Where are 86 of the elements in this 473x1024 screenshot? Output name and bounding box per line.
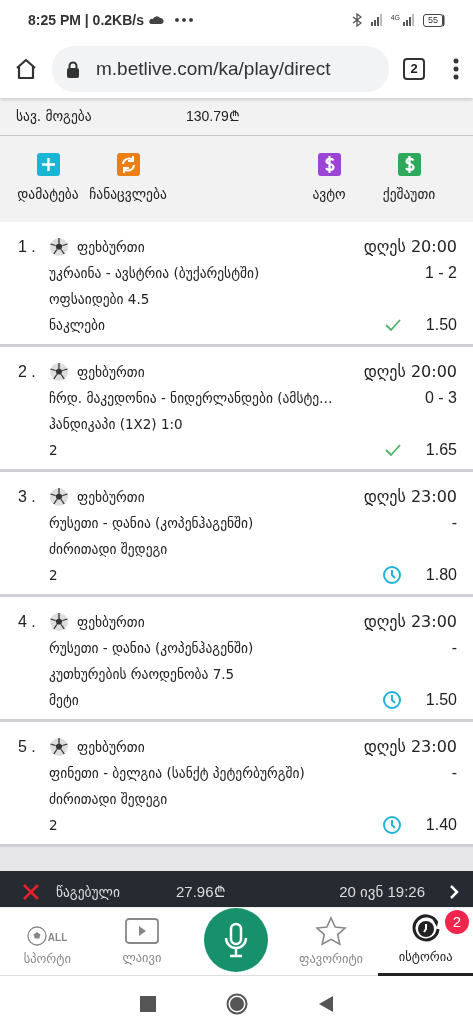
- match-time: დღეს 20:00: [363, 361, 457, 383]
- match-time: დღეს 23:00: [363, 736, 457, 758]
- play-icon[interactable]: [124, 916, 159, 945]
- match-name: ფინეთი - ბელგია (სანქტ პეტერბურგში): [49, 763, 305, 783]
- address-bar[interactable]: m.betlive.com/ka/play/direct: [52, 46, 389, 92]
- bluetooth-icon: [351, 13, 362, 27]
- ticket-date: 20 ივნ 19:26: [339, 881, 425, 902]
- dollar-icon[interactable]: [397, 153, 421, 177]
- pick-name: 2: [49, 815, 58, 835]
- match-name: რუსეთი - დანია (კოპენჰაგენში): [49, 638, 254, 658]
- sports-icon[interactable]: ALL: [27, 915, 68, 946]
- signal-icon: [402, 13, 415, 27]
- back-icon[interactable]: [317, 994, 334, 1013]
- match-time: დღეს 20:00: [363, 236, 457, 258]
- soccer-ball-icon: [49, 612, 69, 632]
- lock-icon: [66, 60, 80, 78]
- sport-name: ფეხბურთი: [77, 362, 145, 382]
- market-name: ოფსაიდები 4.5: [49, 289, 150, 309]
- sport-name: ფეხბურთი: [77, 487, 145, 507]
- soccer-ball-icon: [49, 737, 69, 757]
- home-icon[interactable]: [14, 57, 38, 81]
- market-name: კუთხურების რაოდენობა 7.5: [49, 664, 235, 684]
- pick-name: 2: [49, 565, 58, 585]
- odds-value: 1.50: [425, 315, 457, 335]
- bet-number: 2 .: [18, 362, 37, 382]
- market-name: ჰანდიკაპი (1X2) 1:0: [49, 414, 183, 434]
- menu-icon[interactable]: [453, 58, 459, 80]
- nav-label[interactable]: ისტორია: [398, 948, 453, 967]
- odds-value: 1.65: [425, 440, 457, 460]
- match-name: რუსეთი - დანია (კოპენჰაგენში): [49, 513, 254, 533]
- match-time: დღეს 23:00: [363, 486, 457, 508]
- action-label[interactable]: დამატება: [17, 184, 79, 205]
- icon-text: ALL: [47, 930, 68, 945]
- action-label[interactable]: ავტო: [312, 184, 346, 205]
- match-score: 1 - 2: [425, 263, 457, 283]
- battery-indicator: 55: [423, 13, 443, 27]
- bet-number: 3 .: [18, 487, 37, 507]
- summary-label: სავ. მოგება: [16, 107, 93, 127]
- market-name: ძირითადი შედეგი: [49, 539, 168, 559]
- match-name: ჩრდ. მაკედონია - ნიდერლანდები (ამსტე…: [49, 388, 333, 408]
- notification-count: 2: [444, 910, 469, 934]
- soccer-ball-icon: [49, 237, 69, 257]
- action-label[interactable]: ჩანაცვლება: [89, 184, 167, 205]
- nav-label[interactable]: ფავორიტი: [299, 949, 364, 969]
- recent-apps-icon[interactable]: [139, 995, 156, 1012]
- odds-value: 1.40: [425, 815, 457, 835]
- star-icon[interactable]: [315, 915, 348, 946]
- bet-number: 4 .: [18, 612, 37, 632]
- soccer-ball-icon: [49, 487, 69, 507]
- bet-number: 5 .: [18, 737, 37, 757]
- nav-label[interactable]: სპორტი: [23, 949, 71, 969]
- nav-label[interactable]: ლაივი: [122, 948, 162, 968]
- sport-name: ფეხბურთი: [77, 612, 145, 632]
- dollar-icon[interactable]: [317, 153, 341, 177]
- microphone-icon: [223, 922, 250, 958]
- pick-name: 2: [49, 440, 58, 460]
- match-time: დღეს 23:00: [363, 611, 457, 633]
- tab-count-button[interactable]: 2: [403, 58, 425, 80]
- ticket-bar[interactable]: წაგებული 27.96₾ 20 ივნ 19:26: [0, 871, 473, 907]
- market-name: ძირითადი შედეგი: [49, 789, 168, 809]
- more-icon: [173, 17, 194, 23]
- signal-icon: [369, 13, 383, 27]
- match-score: -: [451, 638, 457, 658]
- home-button-icon[interactable]: [225, 992, 248, 1015]
- chevron-right-icon: [449, 883, 459, 900]
- ticket-result: წაგებული: [56, 882, 121, 902]
- refresh-icon[interactable]: [116, 153, 140, 177]
- sport-name: ფეხბურთი: [77, 737, 145, 757]
- ball-icon: [27, 925, 48, 946]
- soccer-ball-icon: [49, 362, 69, 382]
- sport-name: ფეხბურთი: [77, 237, 145, 257]
- odds-value: 1.80: [425, 565, 457, 585]
- match-score: 0 - 3: [425, 388, 457, 408]
- match-score: -: [451, 513, 457, 533]
- pick-name: მეტი: [49, 690, 79, 710]
- odds-value: 1.50: [425, 690, 457, 710]
- url-text: m.betlive.com/ka/play/direct: [96, 56, 331, 81]
- pick-name: ნაკლები: [49, 315, 105, 335]
- match-score: -: [451, 763, 457, 783]
- bet-number: 1 .: [18, 237, 37, 257]
- summary-amount: 130.79₾: [186, 107, 240, 126]
- match-name: უკრაინა - ავსტრია (ბუქარესტში): [49, 263, 260, 283]
- ticket-amount: 27.96₾: [176, 881, 226, 902]
- cloud-icon: [147, 15, 164, 25]
- action-label[interactable]: ქეშაუთი: [382, 184, 436, 205]
- status-time: 8:25 PM | 0.2KB/s: [28, 10, 144, 30]
